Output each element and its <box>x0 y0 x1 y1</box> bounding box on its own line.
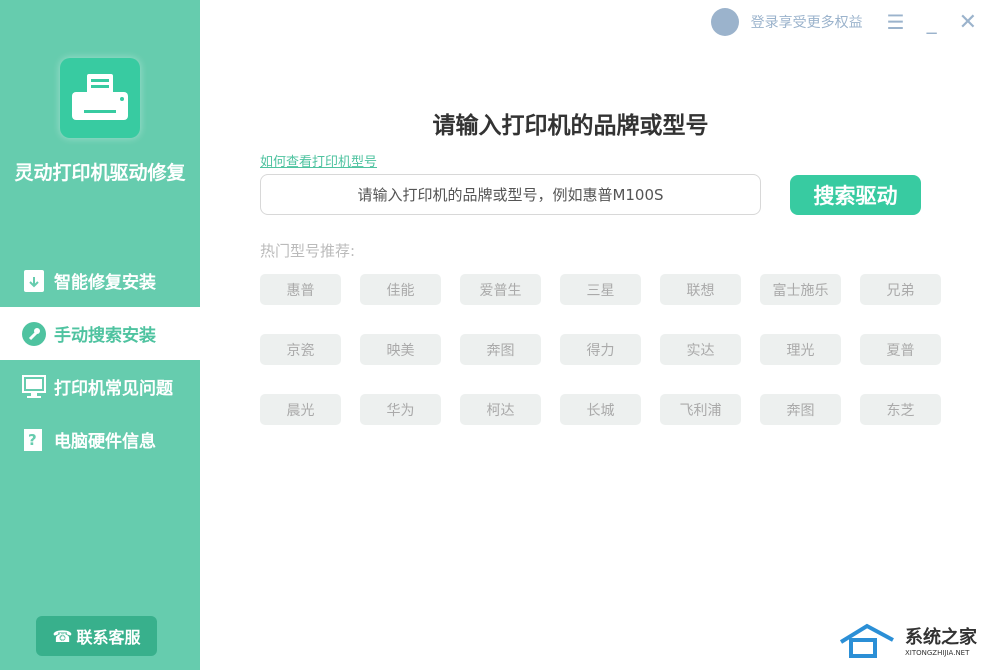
minimize-icon[interactable]: _ <box>927 10 937 34</box>
brand-tag[interactable]: 飞利浦 <box>660 394 741 425</box>
watermark-url: XITONGZHIJIA.NET <box>905 649 970 657</box>
watermark-name: 系统之家 <box>905 627 977 648</box>
monitor-icon <box>22 374 46 399</box>
brand-tag[interactable]: 京瓷 <box>260 334 341 365</box>
brand-tag[interactable]: 华为 <box>360 394 441 425</box>
close-icon[interactable]: ✕ <box>959 10 977 35</box>
nav-label: 智能修复安装 <box>54 273 156 293</box>
sidebar: 灵动打印机驱动修复 智能修复安装 手动搜索安装 打印机常见问题 ? 电脑硬件信息 … <box>0 0 200 670</box>
svg-text:?: ? <box>28 431 37 449</box>
brand-tag[interactable]: 兄弟 <box>860 274 941 305</box>
brand-tag[interactable]: 联想 <box>660 274 741 305</box>
contact-support-button[interactable]: ☎ 联系客服 <box>36 616 157 656</box>
brand-tag[interactable]: 富士施乐 <box>760 274 841 305</box>
brand-tag[interactable]: 佳能 <box>360 274 441 305</box>
brand-tag[interactable]: 晨光 <box>260 394 341 425</box>
brand-tag[interactable]: 柯达 <box>460 394 541 425</box>
brand-tag[interactable]: 爱普生 <box>460 274 541 305</box>
hot-models-label: 热门型号推荐: <box>260 242 356 260</box>
nav-manual-search[interactable]: 手动搜索安装 <box>0 307 200 360</box>
search-input[interactable]: 请输入打印机的品牌或型号，例如惠普M100S <box>260 174 761 215</box>
how-to-find-model-link[interactable]: 如何查看打印机型号 <box>260 151 377 170</box>
question-doc-icon: ? <box>22 428 46 452</box>
brand-tag[interactable]: 奔图 <box>460 334 541 365</box>
top-bar: 登录享受更多权益 ☰ _ ✕ <box>710 8 977 36</box>
nav-faq[interactable]: 打印机常见问题 <box>0 360 200 413</box>
brand-tag[interactable]: 奔图 <box>760 394 841 425</box>
headset-icon: ☎ <box>52 626 73 646</box>
nav-label: 电脑硬件信息 <box>54 432 156 452</box>
search-driver-button[interactable]: 搜索驱动 <box>790 175 921 215</box>
brand-tag[interactable]: 实达 <box>660 334 741 365</box>
download-box-icon <box>22 269 46 293</box>
login-link[interactable]: 登录享受更多权益 <box>751 12 863 32</box>
support-label: 联系客服 <box>76 628 141 647</box>
nav-hardware-info[interactable]: ? 电脑硬件信息 <box>0 413 200 466</box>
brand-tag[interactable]: 惠普 <box>260 274 341 305</box>
brand-tag[interactable]: 夏普 <box>860 334 941 365</box>
printer-logo-icon <box>60 58 140 138</box>
nav-label: 手动搜索安装 <box>54 326 156 346</box>
page-title: 请输入打印机的品牌或型号 <box>432 113 709 139</box>
brand-tag[interactable]: 长城 <box>560 394 641 425</box>
brand-tag[interactable]: 三星 <box>560 274 641 305</box>
house-logo-icon <box>839 623 894 658</box>
watermark: 系统之家 XITONGZHIJIA.NET <box>839 620 977 660</box>
brand-tag[interactable]: 得力 <box>560 334 641 365</box>
brand-tag[interactable]: 东芝 <box>860 394 941 425</box>
brand-tag[interactable]: 映美 <box>360 334 441 365</box>
nav-label: 打印机常见问题 <box>54 379 173 399</box>
menu-icon[interactable]: ☰ <box>887 10 905 34</box>
brand-tag[interactable]: 理光 <box>760 334 841 365</box>
wrench-icon <box>22 321 46 346</box>
app-name: 灵动打印机驱动修复 <box>14 162 186 184</box>
nav-smart-repair[interactable]: 智能修复安装 <box>0 254 200 307</box>
avatar-icon[interactable] <box>710 8 739 36</box>
brand-grid: 惠普 佳能 爱普生 三星 联想 富士施乐 兄弟 京瓷 映美 奔图 得力 实达 理光 夏普 晨光 华为 柯达 长城飞… <box>260 274 941 425</box>
